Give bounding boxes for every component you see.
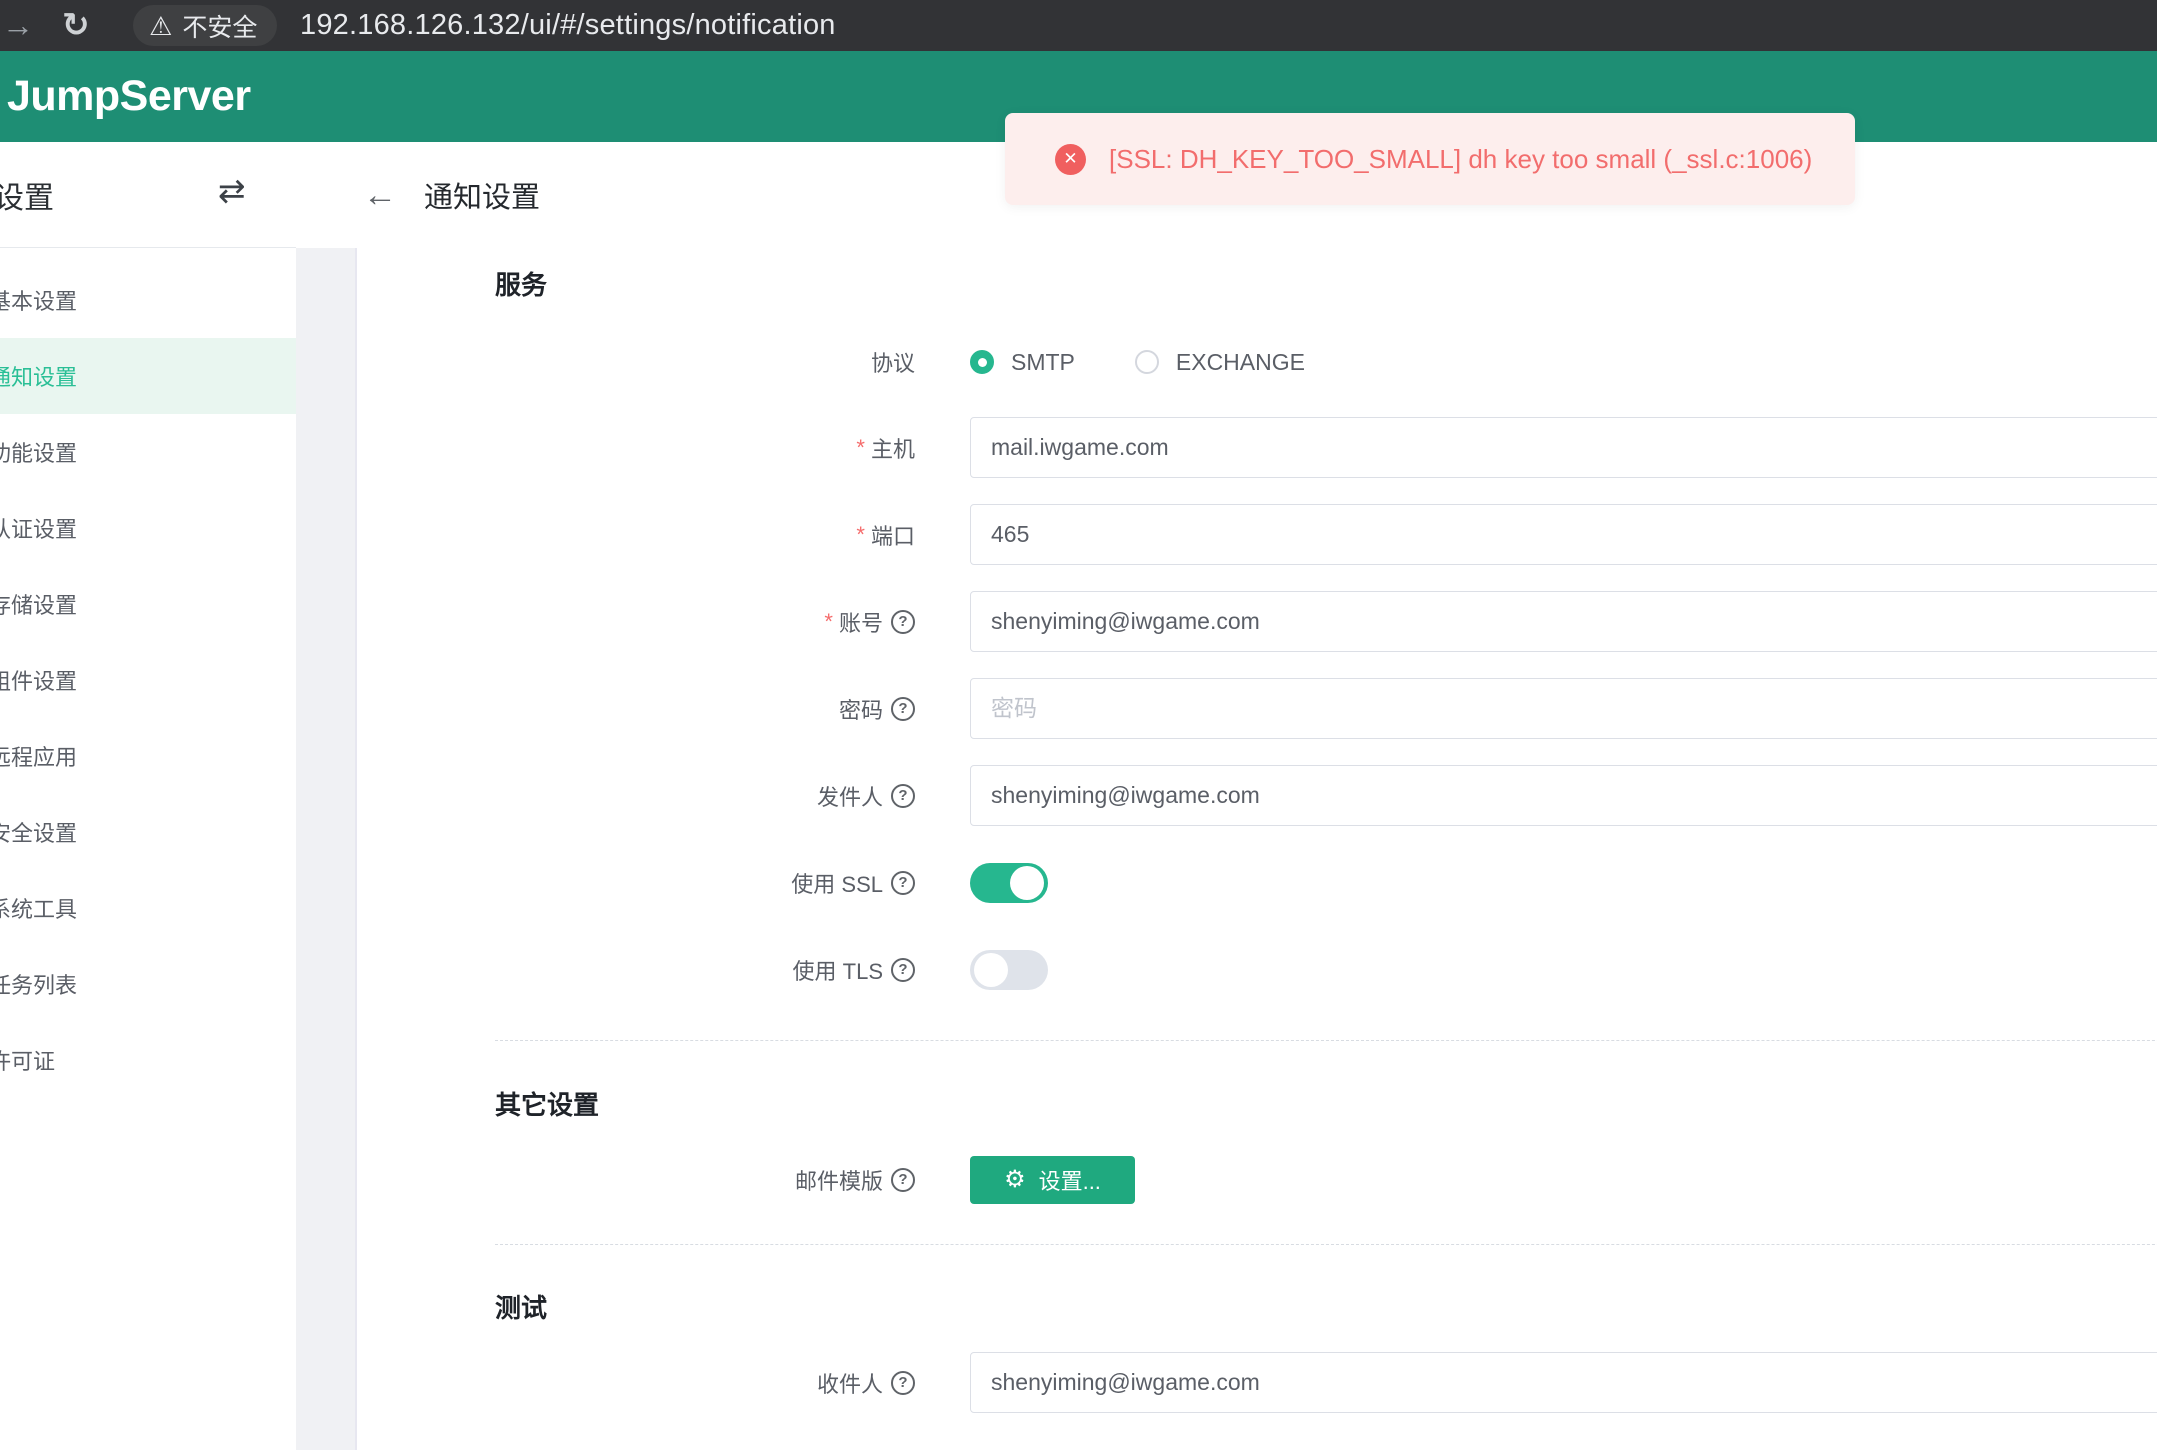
notification-settings-form: 服务 协议 SMTP EXCHANGE * 主机 * 端口 [357,248,2157,1450]
error-toast: ✕ [SSL: DH_KEY_TOO_SMALL] dh key too sma… [1005,113,1855,205]
use-ssl-row: 使用 SSL ? [495,852,2157,913]
sidebar-item-feature[interactable]: 功能设置 [0,414,296,490]
browser-toolbar: → ↻ ⚠ 不安全 192.168.126.132/ui/#/settings/… [0,0,2157,51]
email-template-settings-button[interactable]: ⚙ 设置... [970,1156,1135,1204]
toast-message: [SSL: DH_KEY_TOO_SMALL] dh key too small… [1109,144,1812,175]
password-row: 密码 ? [495,678,2157,739]
use-tls-toggle[interactable] [970,950,1048,990]
port-input[interactable] [970,504,2157,565]
page-title: 通知设置 [424,174,540,216]
reload-icon[interactable]: ↻ [62,0,90,50]
recipient-row: 收件人 ? [495,1352,2157,1413]
sidebar-item-task-list[interactable]: 任务列表 [0,946,296,1022]
toggle-knob [974,953,1008,987]
toggle-knob [1010,866,1044,900]
account-label: * 账号 ? [495,606,915,638]
use-ssl-label: 使用 SSL ? [495,867,915,899]
layout-gutter [296,248,357,1450]
sender-label: 发件人 ? [495,780,915,812]
sidebar-item-system-tools[interactable]: 系统工具 [0,870,296,946]
security-label: 不安全 [182,8,257,44]
help-icon[interactable]: ? [891,610,915,634]
radio-circle-checked-icon [970,350,994,374]
back-button[interactable]: ← [363,178,397,212]
protocol-row: 协议 SMTP EXCHANGE [495,347,2157,377]
required-asterisk: * [856,522,865,548]
help-icon[interactable]: ? [891,784,915,808]
help-icon[interactable]: ? [891,871,915,895]
section-heading-other: 其它设置 [495,1087,2157,1123]
sidebar-menu: 基本设置 通知设置 功能设置 认证设置 存储设置 组件设置 远程应用 安全设置 … [0,248,296,1098]
help-icon[interactable]: ? [891,697,915,721]
protocol-radio-group: SMTP EXCHANGE [970,349,1305,376]
required-asterisk: * [856,435,865,461]
sidebar-item-license[interactable]: 许可证 [0,1022,296,1098]
recipient-label: 收件人 ? [495,1367,915,1399]
sidebar-item-remote-app[interactable]: 远程应用 [0,718,296,794]
site-security-badge[interactable]: ⚠ 不安全 [133,5,277,46]
host-row: * 主机 [495,417,2157,478]
sidebar-title: 设置 [0,173,54,217]
section-divider [495,1244,2157,1245]
sidebar-item-component[interactable]: 组件设置 [0,642,296,718]
use-tls-label: 使用 TLS ? [495,954,915,986]
sidebar-item-auth[interactable]: 认证设置 [0,490,296,566]
required-asterisk: * [824,609,833,635]
content-header: ← 通知设置 [357,142,540,248]
sidebar-item-basic[interactable]: 基本设置 [0,262,296,338]
sender-input[interactable] [970,765,2157,826]
error-circle-icon: ✕ [1055,144,1086,175]
help-icon[interactable]: ? [891,958,915,982]
sidebar-item-notification[interactable]: 通知设置 [0,338,296,414]
help-icon[interactable]: ? [891,1168,915,1192]
email-template-label: 邮件模版 ? [495,1164,915,1196]
account-row: * 账号 ? [495,591,2157,652]
use-tls-row: 使用 TLS ? [495,939,2157,1000]
settings-sidebar: 基本设置 通知设置 功能设置 认证设置 存储设置 组件设置 远程应用 安全设置 … [0,248,296,1450]
email-template-row: 邮件模版 ? ⚙ 设置... [495,1149,2157,1210]
radio-circle-icon [1135,350,1159,374]
help-icon[interactable]: ? [891,1371,915,1395]
sidebar-item-storage[interactable]: 存储设置 [0,566,296,642]
port-row: * 端口 [495,504,2157,565]
recipient-input[interactable] [970,1352,2157,1413]
port-label: * 端口 [495,519,915,551]
forward-icon[interactable]: → [2,0,34,51]
radio-exchange[interactable]: EXCHANGE [1135,349,1305,376]
protocol-label: 协议 [495,346,915,378]
sender-row: 发件人 ? [495,765,2157,826]
warning-triangle-icon: ⚠ [149,13,172,39]
gear-icon: ⚙ [1004,1168,1026,1192]
collapse-sidebar-icon[interactable]: ⇄ [218,171,246,210]
sidebar-item-security[interactable]: 安全设置 [0,794,296,870]
radio-smtp[interactable]: SMTP [970,349,1075,376]
host-input[interactable] [970,417,2157,478]
section-heading-test: 测试 [495,1290,2157,1326]
use-ssl-toggle[interactable] [970,863,1048,903]
sidebar-header: 设置 ⇄ [0,142,296,248]
account-input[interactable] [970,591,2157,652]
address-bar[interactable]: 192.168.126.132/ui/#/settings/notificati… [300,0,836,51]
section-heading-service: 服务 [495,270,2157,300]
host-label: * 主机 [495,432,915,464]
section-divider [495,1040,2157,1041]
password-input[interactable] [970,678,2157,739]
jumpserver-logo[interactable]: JumpServer [7,72,251,121]
password-label: 密码 ? [495,693,915,725]
